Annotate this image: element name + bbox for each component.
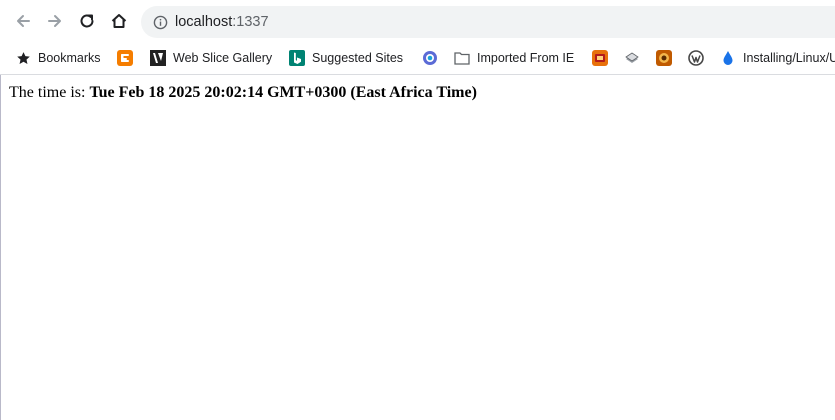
address-bar[interactable]: localhost:1337 <box>141 6 835 38</box>
forward-button[interactable] <box>42 8 68 34</box>
page-content: The time is: Tue Feb 18 2025 20:02:14 GM… <box>9 84 477 102</box>
bookmark-speaker[interactable] <box>656 48 672 68</box>
back-arrow-icon <box>17 15 30 27</box>
bookmark-imported-from-ie[interactable]: Imported From IE <box>454 48 574 68</box>
folder-icon <box>454 50 470 66</box>
speaker-icon <box>656 50 672 66</box>
reload-icon <box>80 14 94 28</box>
home-icon <box>111 14 127 28</box>
bookmark-label: Suggested Sites <box>312 51 404 65</box>
bookmarks-bar: Bookmarks Web Slice Gallery Suggested Si… <box>0 42 835 75</box>
forward-arrow-icon <box>48 15 61 27</box>
back-button[interactable] <box>10 8 36 34</box>
url-text[interactable]: localhost:1337 <box>175 13 269 31</box>
reload-button[interactable] <box>74 8 100 34</box>
time-value: Tue Feb 18 2025 20:02:14 GMT+0300 (East … <box>89 84 477 101</box>
bookmark-suggested-sites[interactable]: Suggested Sites <box>289 48 403 68</box>
bookmark-stack[interactable] <box>624 48 640 68</box>
home-button[interactable] <box>106 8 132 34</box>
bookmark-bookmarks[interactable]: Bookmarks <box>15 48 101 68</box>
star-icon <box>15 50 31 66</box>
blogger-icon <box>117 50 133 66</box>
bookmark-installing-linux[interactable]: Installing/Linux/U <box>720 48 835 68</box>
bookmark-app[interactable] <box>422 48 438 68</box>
bookmark-web-slice-gallery[interactable]: Web Slice Gallery <box>150 48 272 68</box>
bookmark-blogger[interactable] <box>117 48 133 68</box>
app-icon <box>422 50 438 66</box>
url-host: localhost <box>175 14 233 30</box>
bookmark-orange-app[interactable] <box>592 48 608 68</box>
bookmark-label: Imported From IE <box>477 51 575 65</box>
web-slice-icon <box>150 50 166 66</box>
browser-toolbar: localhost:1337 <box>0 0 835 42</box>
time-prefix: The time is: <box>9 84 90 101</box>
bookmark-label: Installing/Linux/U <box>743 51 835 65</box>
orange-app-icon <box>592 50 608 66</box>
site-info-icon[interactable] <box>152 14 168 30</box>
bing-icon <box>289 50 305 66</box>
bookmark-label: Bookmarks <box>38 51 101 65</box>
url-port: :1337 <box>232 14 269 30</box>
wordpress-icon <box>688 50 704 66</box>
drop-icon <box>720 50 736 66</box>
stack-icon <box>624 50 640 66</box>
bookmark-wordpress[interactable] <box>688 48 704 68</box>
bookmark-label: Web Slice Gallery <box>173 51 273 65</box>
